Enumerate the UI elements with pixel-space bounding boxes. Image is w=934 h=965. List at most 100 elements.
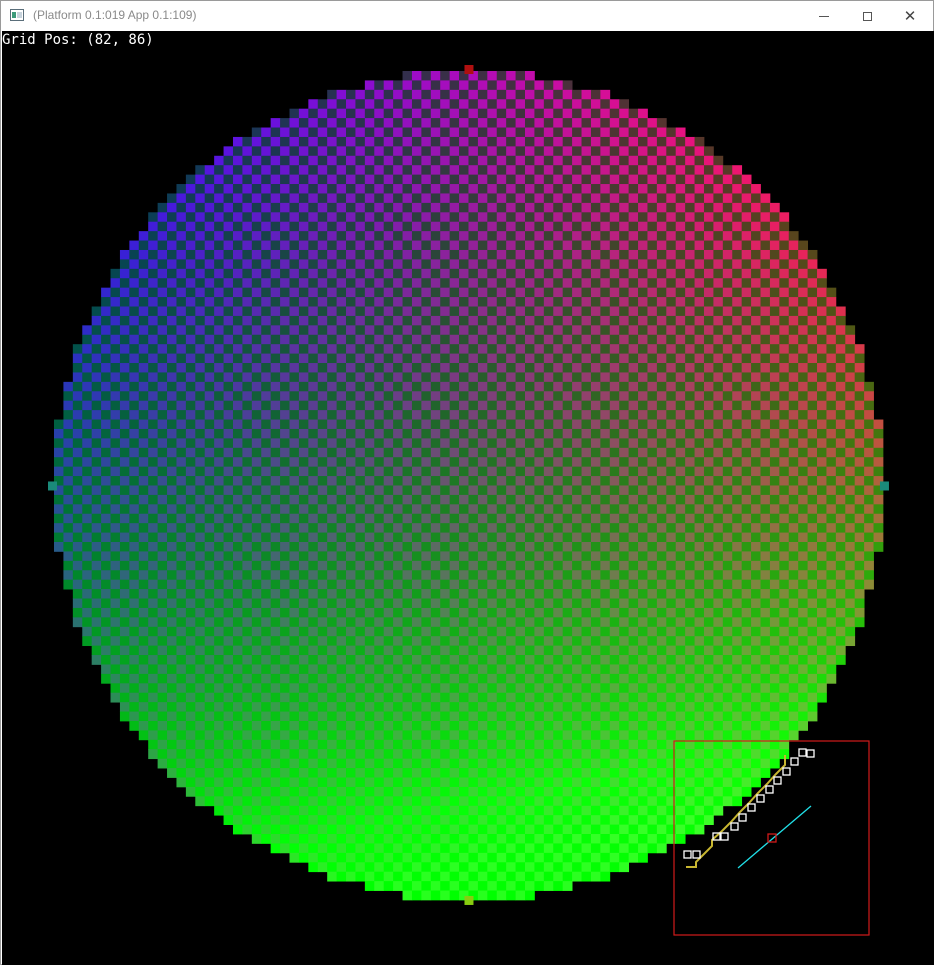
grid-cell [817, 400, 827, 411]
grid-cell [72, 607, 83, 618]
grid-cell [600, 551, 611, 562]
grid-cell [101, 551, 111, 562]
grid-cell [308, 372, 319, 383]
grid-cell [129, 683, 140, 694]
grid-cell [430, 71, 441, 81]
grid-cell [703, 419, 714, 430]
grid-cell [760, 325, 771, 336]
grid-cell [63, 551, 74, 562]
grid-cell [374, 419, 385, 430]
grid-cell [713, 212, 724, 223]
grid-cell [421, 231, 432, 241]
grid-cell [101, 513, 111, 524]
grid-cell [251, 504, 262, 515]
grid-cell [854, 381, 865, 392]
grid-cell [317, 268, 328, 279]
grid-cell [176, 325, 187, 336]
grid-cell [101, 532, 111, 543]
grid-cell [854, 617, 865, 628]
grid-cell [280, 268, 290, 279]
grid-cell [383, 542, 394, 552]
grid-cell [666, 231, 677, 241]
grid-cell [129, 249, 140, 260]
color-grid-disc[interactable] [54, 71, 884, 901]
grid-cell [270, 259, 281, 270]
grid-cell [232, 419, 243, 430]
grid-cell [430, 626, 441, 637]
grid-cell [732, 325, 743, 336]
grid-cell [553, 334, 564, 345]
grid-cell [459, 297, 469, 307]
grid-cell [553, 193, 564, 204]
grid-cell [760, 589, 771, 599]
grid-cell [176, 202, 187, 213]
grid-cell [167, 664, 177, 675]
grid-cell [751, 683, 761, 694]
grid-cell [525, 372, 535, 383]
grid-cell [845, 617, 856, 628]
grid-cell [534, 466, 545, 477]
grid-cell [666, 419, 677, 430]
grid-cell [619, 617, 630, 628]
maximize-button[interactable] [844, 1, 890, 31]
grid-cell [647, 146, 658, 157]
grid-cell [289, 410, 300, 420]
minimize-button[interactable] [801, 1, 847, 31]
grid-cell [534, 617, 545, 628]
grid-cell [214, 523, 224, 533]
grid-cell [562, 570, 573, 581]
grid-cell [515, 400, 526, 411]
grid-cell [779, 589, 790, 599]
grid-cell [581, 598, 592, 609]
grid-cell [751, 523, 761, 533]
grid-cell [619, 419, 630, 430]
grid-cell [204, 504, 215, 515]
grid-scene[interactable] [2, 31, 934, 965]
grid-cell [91, 523, 102, 533]
grid-cell [628, 165, 639, 176]
grid-cell [242, 664, 253, 675]
grid-cell [741, 523, 752, 533]
grid-cell [270, 278, 281, 289]
grid-cell [308, 184, 319, 194]
grid-cell [157, 494, 168, 505]
grid-cell [364, 287, 375, 298]
grid-cell [364, 494, 375, 505]
grid-cell [449, 636, 460, 647]
grid-cell [308, 231, 319, 241]
grid-cell [628, 598, 639, 609]
grid-cell [63, 523, 74, 533]
grid-cell [515, 636, 526, 647]
grid-cell [769, 231, 780, 241]
grid-cell [261, 268, 272, 279]
grid-cell [251, 391, 262, 402]
grid-cell [242, 466, 253, 477]
grid-cell [628, 438, 639, 449]
grid-cell [176, 315, 187, 326]
grid-cell [553, 155, 564, 166]
grid-cell [590, 504, 601, 515]
grid-cell [638, 485, 648, 496]
grid-cell [647, 240, 658, 251]
close-button[interactable]: ✕ [887, 1, 933, 31]
grid-cell [590, 325, 601, 336]
title-bar[interactable]: (Platform 0.1:019 App 0.1:109) ✕ [1, 1, 933, 31]
grid-cell [506, 259, 516, 270]
grid-cell [459, 184, 469, 194]
grid-cell [374, 278, 385, 289]
grid-cell [167, 542, 177, 552]
grid-cell [572, 127, 582, 138]
grid-cell [562, 372, 573, 383]
grid-cell [195, 344, 206, 354]
grid-cell [722, 268, 733, 279]
render-canvas[interactable]: Grid Pos: (82, 86) [2, 31, 934, 965]
grid-cell [666, 249, 677, 260]
grid-cell [298, 193, 309, 204]
grid-cell [167, 249, 177, 260]
grid-cell [91, 513, 102, 524]
grid-cell [251, 532, 262, 543]
grid-cell [261, 617, 272, 628]
grid-cell [732, 513, 743, 524]
grid-cell [769, 447, 780, 458]
grid-cell [817, 494, 827, 505]
